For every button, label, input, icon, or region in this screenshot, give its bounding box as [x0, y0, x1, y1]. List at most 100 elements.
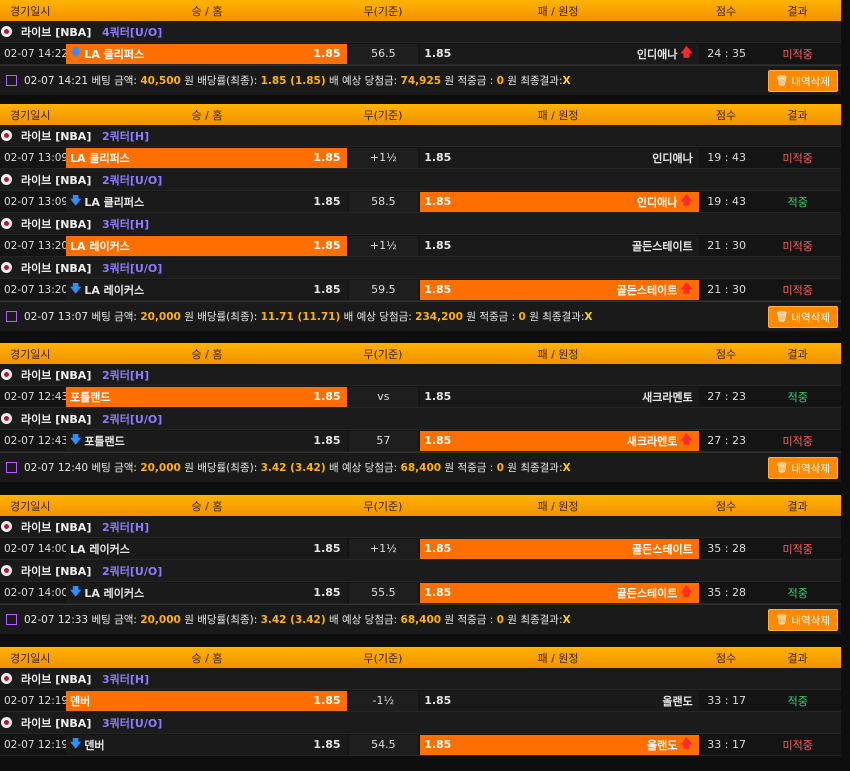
home-team-name: LA 레이커스: [84, 283, 145, 297]
away-pick[interactable]: 1.85 새크라멘토 🡅: [420, 430, 699, 451]
bet-amount-label: 베팅 금액:: [91, 75, 137, 87]
away-odds: 1.85: [424, 283, 452, 296]
away-pick[interactable]: 1.85 골든스테이트: [420, 235, 699, 256]
home-team-name: LA 클리퍼스: [84, 195, 145, 209]
select-checkbox[interactable]: [6, 614, 17, 625]
table-header: 경기일시 승 / 홈 무(기준) 패 / 원정 점수 결과: [0, 104, 841, 125]
home-pick[interactable]: 🡇 포틀랜드 1.85: [66, 430, 347, 451]
delete-history-button[interactable]: 🗑 내역삭제: [767, 70, 838, 92]
draw-value[interactable]: 55.5: [348, 582, 419, 603]
away-pick[interactable]: 1.85 골든스테이트 🡅: [420, 582, 699, 603]
home-odds: 1.85: [313, 283, 341, 296]
draw-value[interactable]: -1½: [348, 690, 419, 711]
times-label: 배: [343, 311, 354, 323]
away-team-name: 올랜도: [662, 694, 693, 708]
draw-value[interactable]: 54.5: [348, 734, 419, 755]
draw-value[interactable]: +1½: [348, 235, 419, 256]
header-home: 승 / 홈: [191, 347, 223, 361]
league-row: 라이브 [NBA] 3쿼터[U/O]: [0, 712, 841, 734]
delete-history-button[interactable]: 🗑 내역삭제: [767, 457, 838, 479]
away-pick[interactable]: 1.85 인디애나 🡅: [420, 43, 699, 64]
home-pick[interactable]: 포틀랜드 1.85: [66, 386, 347, 407]
away-team: 인디애나 🡅: [637, 43, 693, 64]
away-team-name: 새크라멘토: [642, 390, 693, 404]
home-odds: 1.85: [313, 738, 341, 751]
score: 35 : 28: [707, 542, 746, 555]
draw-value[interactable]: 57: [348, 430, 419, 451]
match-time: 02-07 12:43: [4, 390, 69, 403]
home-pick[interactable]: 🡇 LA 클리퍼스 1.85: [66, 191, 347, 212]
arrow-down-icon: 🡇: [70, 585, 82, 598]
select-checkbox[interactable]: [6, 462, 17, 473]
home-pick[interactable]: 🡇 덴버 1.85: [66, 734, 347, 755]
won-label: 원: [184, 462, 194, 474]
away-pick[interactable]: 1.85 새크라멘토: [420, 386, 699, 407]
bet-summary: 02-07 14:21 베팅 금액: 40,500 원 배당률(최종): 1.8…: [0, 65, 841, 95]
summary-time: 02-07 14:21: [24, 74, 89, 87]
header-date: 경기일시: [10, 4, 51, 18]
delete-history-button[interactable]: 🗑 내역삭제: [767, 306, 838, 328]
home-pick[interactable]: 🡇 LA 레이커스 1.85: [66, 582, 347, 603]
home-pick[interactable]: LA 클리퍼스 1.85: [66, 147, 347, 168]
away-pick[interactable]: 1.85 올랜도 🡅: [420, 734, 699, 755]
home-pick[interactable]: 🡇 LA 레이커스 1.85: [66, 279, 347, 300]
league-name: 라이브 [NBA]: [21, 173, 92, 187]
away-pick[interactable]: 1.85 올랜도: [420, 690, 699, 711]
match-row: 02-07 13:20 🡇 LA 레이커스 1.85 59.5 1.85 골든스테이트 🡅 21…: [0, 279, 841, 301]
away-odds: 1.85: [424, 151, 452, 164]
header-draw: 무(기준): [363, 499, 403, 513]
odds-label: 배당률(최종):: [197, 75, 258, 87]
home-odds: 1.85: [313, 239, 341, 252]
draw-value[interactable]: 59.5: [348, 279, 419, 300]
basketball-icon: [1, 673, 12, 684]
home-pick[interactable]: 🡇 LA 클리퍼스 1.85: [66, 43, 347, 64]
expected-label: 예상 당첨금:: [356, 311, 412, 323]
score: 21 : 30: [707, 239, 746, 252]
result-status: 미적중: [782, 738, 813, 752]
final-label: 최종결과:: [520, 75, 563, 87]
basketball-icon: [1, 130, 12, 141]
away-pick[interactable]: 1.85 인디애나 🡅: [420, 191, 699, 212]
select-checkbox[interactable]: [6, 311, 17, 322]
league-name: 라이브 [NBA]: [21, 217, 92, 231]
arrow-up-icon: 🡅: [680, 584, 693, 598]
home-pick[interactable]: LA 레이커스 1.85: [66, 235, 347, 256]
arrow-down-icon: 🡇: [70, 737, 82, 750]
home-team: 🡇 LA 레이커스: [70, 583, 144, 602]
score: 35 : 28: [707, 586, 746, 599]
match-time: 02-07 12:19: [4, 738, 69, 751]
final-label: 최종결과:: [520, 614, 563, 626]
away-pick[interactable]: 1.85 골든스테이트 🡅: [420, 279, 699, 300]
home-pick[interactable]: LA 레이커스 1.85: [66, 538, 347, 559]
delete-history-button[interactable]: 🗑 내역삭제: [767, 609, 838, 631]
arrow-up-icon: 🡅: [680, 193, 693, 207]
league-name: 라이브 [NBA]: [21, 520, 92, 534]
league-name: 라이브 [NBA]: [21, 25, 92, 39]
league-name: 라이브 [NBA]: [21, 672, 92, 686]
draw-value[interactable]: +1½: [348, 147, 419, 168]
draw-value[interactable]: vs: [348, 386, 419, 407]
summary-time: 02-07 12:33: [24, 613, 89, 626]
home-odds: 1.85: [313, 390, 341, 403]
away-odds: 1.85: [424, 390, 452, 403]
select-checkbox[interactable]: [6, 75, 17, 86]
away-pick[interactable]: 1.85 인디애나: [420, 147, 699, 168]
won-label: 원: [184, 614, 194, 626]
home-odds: 1.85: [313, 694, 341, 707]
won-label: 원: [507, 462, 517, 474]
draw-value[interactable]: +1½: [348, 538, 419, 559]
score: 33 : 17: [707, 738, 746, 751]
draw-value[interactable]: 56.5: [348, 43, 419, 64]
away-pick[interactable]: 1.85 골든스테이트: [420, 538, 699, 559]
away-team: 골든스테이트: [632, 238, 693, 254]
league-row: 라이브 [NBA] 2쿼터[H]: [0, 364, 841, 386]
times-label: 배: [329, 75, 339, 87]
match-time: 02-07 14:22: [4, 47, 69, 60]
bet-block: 경기일시 승 / 홈 무(기준) 패 / 원정 점수 결과 라이브 [NBA] 4쿼터[U/O…: [0, 0, 841, 95]
home-pick[interactable]: 덴버 1.85: [66, 690, 347, 711]
basketball-icon: [1, 262, 12, 273]
result-status: 미적중: [782, 542, 813, 556]
draw-value[interactable]: 58.5: [348, 191, 419, 212]
result-status: 미적중: [782, 434, 813, 448]
arrow-up-icon: 🡅: [680, 736, 693, 750]
